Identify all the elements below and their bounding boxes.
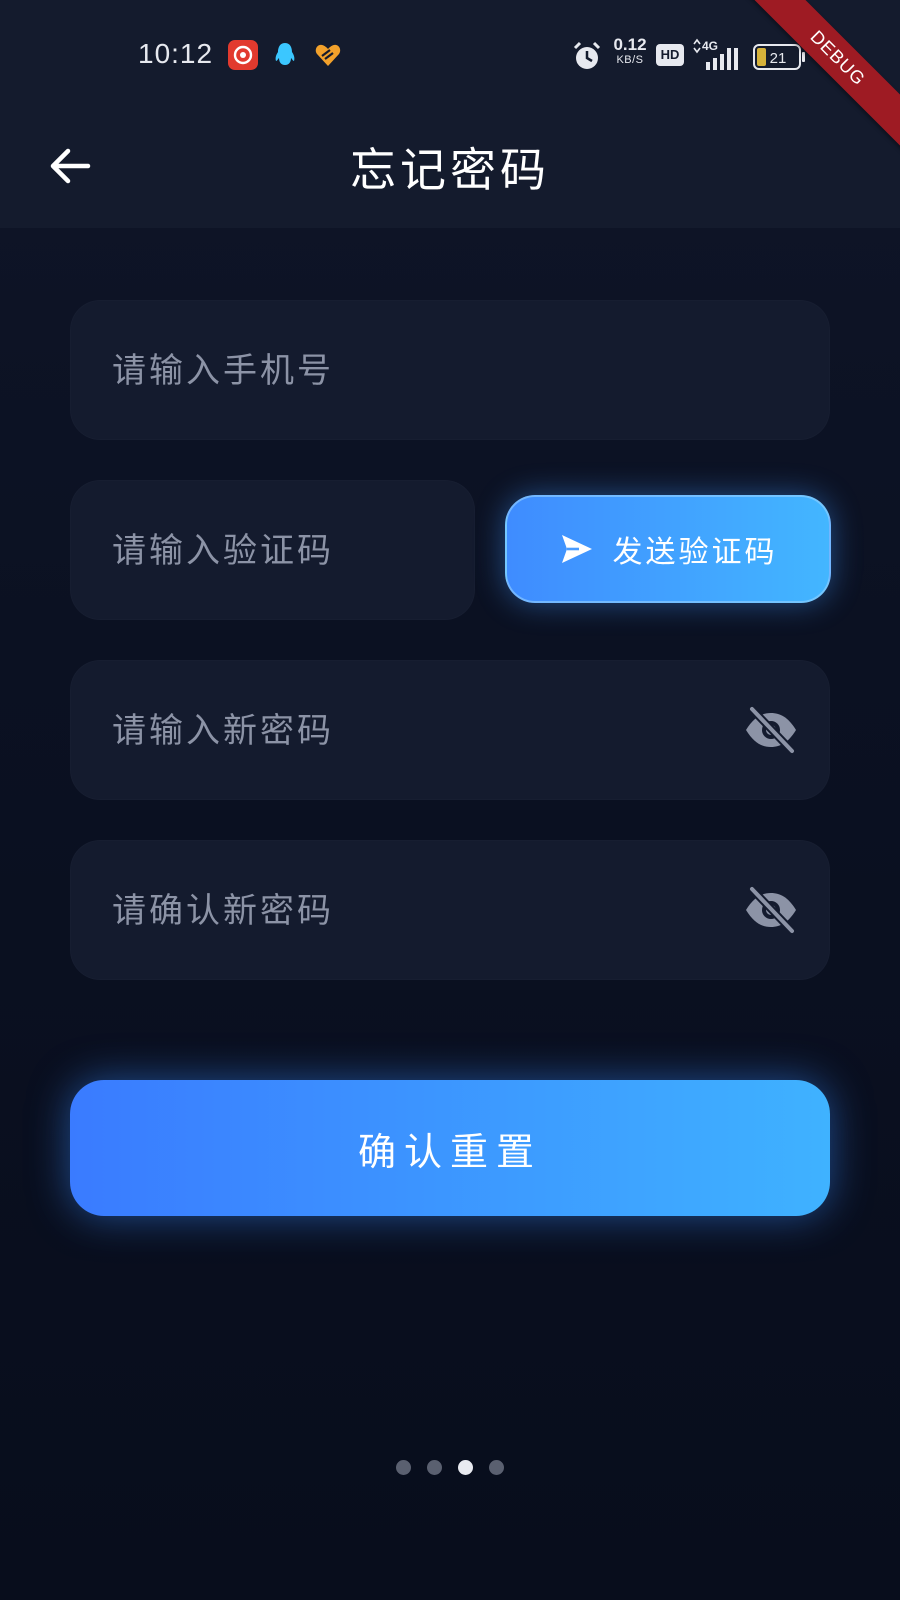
code-field bbox=[70, 480, 475, 622]
net-speed-unit: KB/S bbox=[616, 54, 644, 66]
forgot-password-screen: 10:12 0.12 KB/S HD 4G 21 DEBUG 忘记密码 请输入手… bbox=[0, 0, 900, 1600]
netease-music-icon bbox=[228, 40, 258, 70]
page-dot[interactable] bbox=[396, 1460, 411, 1475]
new-password-input[interactable] bbox=[110, 660, 694, 802]
page-title: 忘记密码 bbox=[350, 143, 550, 197]
phone-input[interactable] bbox=[110, 300, 794, 442]
status-bar: 10:12 0.12 KB/S HD 4G 21 bbox=[0, 30, 900, 82]
status-time: 10:12 bbox=[138, 38, 214, 69]
net-speed-value: 0.12 bbox=[613, 35, 647, 54]
network-type: 4G bbox=[702, 39, 718, 53]
send-code-label: 发送验证码 bbox=[612, 535, 778, 570]
net-speed: 0.12 KB/S bbox=[610, 36, 650, 76]
eye-off-icon bbox=[746, 885, 796, 935]
phone-field bbox=[70, 300, 830, 442]
page-dot[interactable] bbox=[489, 1460, 504, 1475]
heart-app-icon bbox=[313, 40, 343, 70]
confirm-password-input[interactable] bbox=[110, 840, 694, 982]
app-bar: 忘记密码 bbox=[0, 110, 900, 220]
confirm-password-field bbox=[70, 840, 830, 982]
hd-badge: HD bbox=[656, 44, 684, 66]
toggle-new-password-visibility[interactable] bbox=[742, 701, 800, 759]
new-password-field bbox=[70, 660, 830, 802]
alarm-icon bbox=[570, 36, 606, 76]
qq-icon bbox=[270, 40, 300, 70]
confirm-reset-button[interactable]: 确认重置 bbox=[70, 1080, 830, 1216]
send-icon bbox=[561, 535, 592, 563]
page-dot-active[interactable] bbox=[458, 1460, 473, 1475]
battery-level: 21 bbox=[770, 50, 787, 67]
send-code-button[interactable]: 发送验证码 bbox=[505, 495, 831, 603]
page-dot[interactable] bbox=[427, 1460, 442, 1475]
eye-off-icon bbox=[746, 705, 796, 755]
toggle-confirm-password-visibility[interactable] bbox=[742, 881, 800, 939]
code-input[interactable] bbox=[110, 480, 454, 622]
page-indicator bbox=[0, 1460, 900, 1475]
signal-icon: 4G bbox=[692, 36, 742, 76]
